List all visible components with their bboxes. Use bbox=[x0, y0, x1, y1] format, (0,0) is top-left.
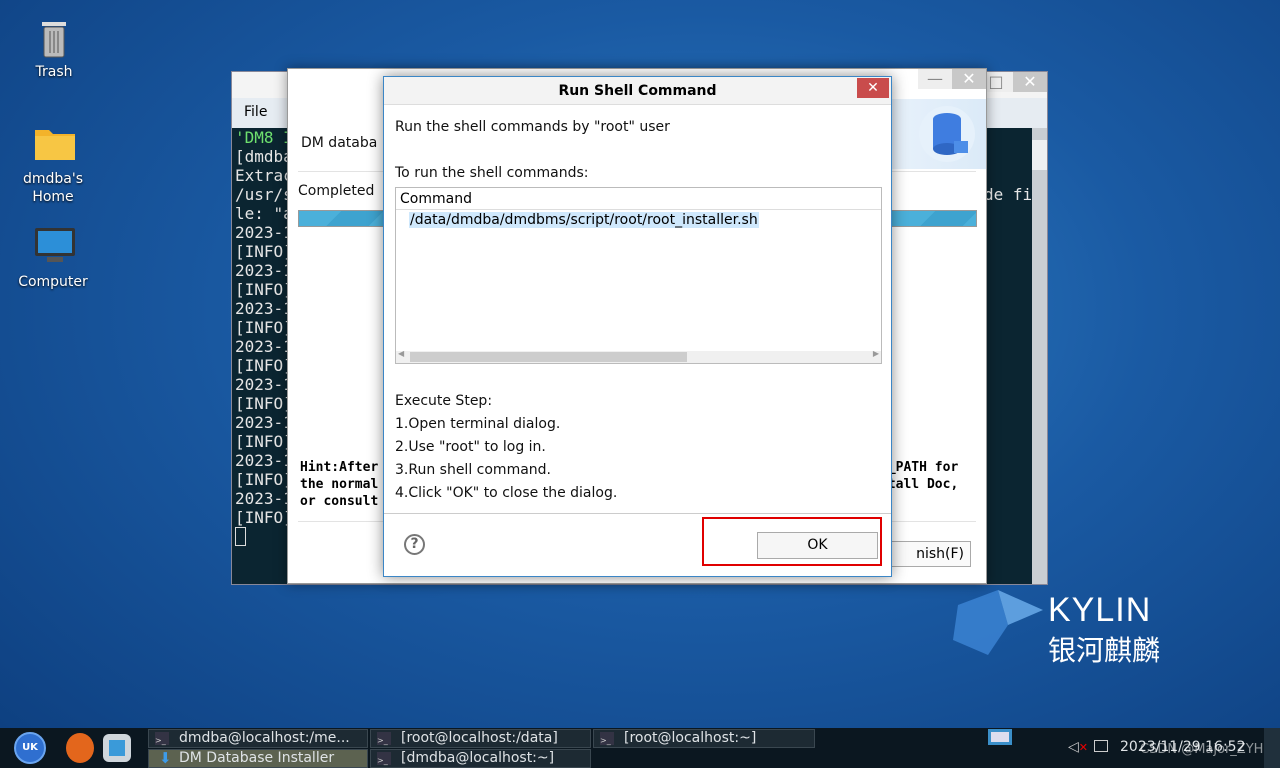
terminal-icon: >_ bbox=[600, 732, 614, 745]
start-menu-button[interactable]: UK bbox=[14, 732, 46, 764]
home-folder-icon bbox=[33, 122, 75, 166]
database-illustration-icon bbox=[914, 103, 980, 165]
step-2: 2.Use "root" to log in. bbox=[395, 439, 546, 455]
hint-text: Hint:After the normal or consult bbox=[300, 460, 379, 509]
watermark: CSDN @Major_ZYH bbox=[1140, 742, 1264, 757]
horizontal-scrollbar[interactable]: ◀ ▶ bbox=[396, 349, 881, 363]
task-dm-installer[interactable]: ⬇ DM Database Installer bbox=[148, 749, 368, 768]
terminal-cursor bbox=[235, 527, 246, 546]
step-3: 3.Run shell command. bbox=[395, 462, 551, 478]
task-terminal-root-data[interactable]: >_ [root@localhost:/data] bbox=[370, 729, 591, 748]
run-shell-command-dialog[interactable]: Run Shell Command ✕ Run the shell comman… bbox=[383, 76, 892, 577]
steps-title: Execute Step: bbox=[395, 393, 493, 409]
column-header-command: Command bbox=[396, 188, 881, 210]
taskbar: UK >_ dmdba@localhost:/me... >_ [root@loca… bbox=[0, 728, 1280, 768]
terminal-icon: >_ bbox=[377, 732, 391, 745]
terminal-icon: >_ bbox=[377, 752, 391, 765]
computer-icon bbox=[33, 226, 75, 270]
task-terminal-root-home[interactable]: >_ [root@localhost:~] bbox=[593, 729, 815, 748]
desktop-icon-label: Trash bbox=[35, 64, 73, 80]
menu-file[interactable]: File bbox=[244, 104, 267, 120]
file-manager-icon[interactable] bbox=[103, 734, 131, 762]
installer-header-text: DM databa bbox=[301, 135, 378, 151]
terminal-icon: >_ bbox=[155, 732, 169, 745]
terminal-scrollbar[interactable] bbox=[1032, 128, 1047, 584]
download-arrow-icon: ⬇ bbox=[159, 749, 172, 767]
kylin-logo: KYLIN 银河麒麟 bbox=[948, 585, 1188, 667]
terminal-text-fragment: de fi bbox=[984, 185, 1033, 204]
close-button[interactable]: ✕ bbox=[952, 69, 986, 89]
table-row[interactable]: /data/dmdba/dmdbms/script/root/root_inst… bbox=[409, 212, 759, 228]
trash-icon bbox=[34, 16, 74, 60]
minimize-button[interactable]: — bbox=[918, 69, 952, 89]
dialog-instruction: To run the shell commands: bbox=[395, 165, 589, 181]
desktop-icon-trash[interactable]: Trash bbox=[9, 16, 99, 80]
command-table[interactable]: Command /data/dmdba/dmdbms/script/root/r… bbox=[395, 187, 882, 364]
ok-button[interactable]: OK bbox=[757, 532, 878, 559]
dialog-close-button[interactable]: ✕ bbox=[857, 78, 889, 98]
help-icon[interactable]: ? bbox=[404, 534, 425, 555]
desktop-icon-label: dmdba's Home bbox=[22, 171, 84, 205]
volume-muted-icon[interactable]: ◁✕ bbox=[1068, 739, 1088, 755]
step-1: 1.Open terminal dialog. bbox=[395, 416, 561, 432]
close-button[interactable]: ✕ bbox=[1013, 72, 1047, 92]
task-terminal-dmdba-home[interactable]: >_ [dmdba@localhost:~] bbox=[370, 749, 591, 768]
installer-status: Completed bbox=[298, 183, 375, 199]
step-4: 4.Click "OK" to close the dialog. bbox=[395, 485, 618, 501]
desktop-icon-computer[interactable]: Computer bbox=[8, 226, 98, 290]
dialog-title: Run Shell Command bbox=[384, 77, 891, 105]
network-icon[interactable] bbox=[1094, 740, 1108, 752]
desktop-icon-label: Computer bbox=[18, 274, 88, 290]
desktop-icon-home[interactable]: dmdba's Home bbox=[8, 122, 98, 206]
firefox-icon[interactable] bbox=[66, 733, 94, 763]
taskbar-edge bbox=[1264, 728, 1280, 768]
dialog-user-text: Run the shell commands by "root" user bbox=[395, 119, 670, 135]
task-terminal-dmdba-media[interactable]: >_ dmdba@localhost:/me... bbox=[148, 729, 368, 748]
show-desktop-button[interactable] bbox=[988, 729, 1012, 745]
